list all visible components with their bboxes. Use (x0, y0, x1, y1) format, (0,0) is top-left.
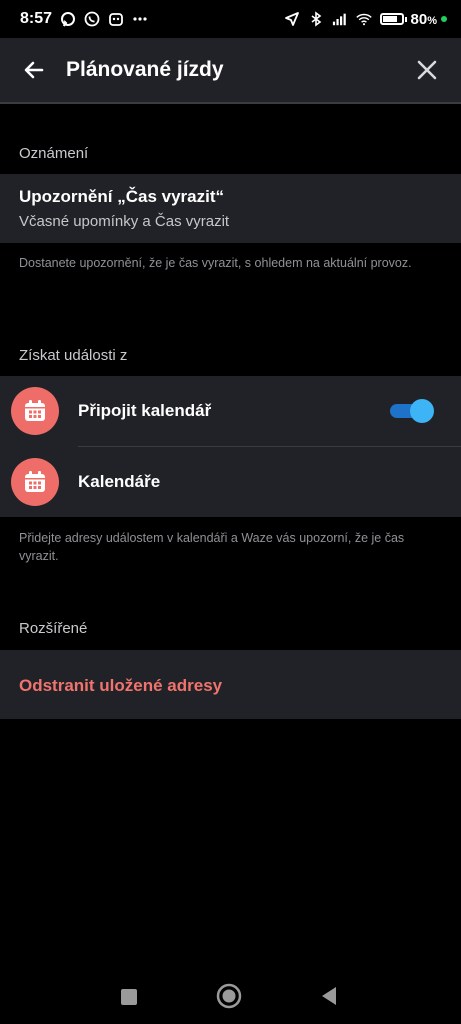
status-bar: 8:57 80% (0, 0, 461, 38)
connect-calendar-toggle[interactable] (390, 399, 434, 423)
calendar-icon (11, 458, 59, 506)
section-header-notifications: Oznámení (19, 145, 89, 162)
battery-icon (379, 13, 404, 25)
app-notification-icon (108, 11, 124, 27)
location-icon (284, 11, 300, 27)
signal-icon (332, 11, 348, 27)
connect-calendar-row[interactable]: Připojit kalendář (0, 376, 461, 446)
whatsapp-icon (84, 11, 100, 27)
nav-recents-icon (121, 989, 137, 1005)
remove-saved-addresses-button[interactable]: Odstranit uložené adresy (0, 650, 461, 719)
events-card: Připojit kalendář Kalendáře (0, 376, 461, 517)
battery-unit: % (427, 14, 437, 27)
battery-fill (382, 16, 397, 22)
wifi-icon (355, 11, 372, 27)
close-icon (417, 60, 437, 80)
battery-percent: 80% (411, 11, 437, 28)
privacy-indicator-dot (441, 16, 447, 22)
status-right: 80% (284, 11, 447, 28)
remove-saved-addresses-label: Odstranit uložené adresy (19, 676, 223, 695)
home-button[interactable] (215, 982, 243, 1010)
notifications-hint: Dostanete upozornění, že je čas vyrazit,… (19, 256, 412, 270)
battery-indicator: 80% (379, 11, 447, 28)
calendars-label: Kalendáře (78, 472, 161, 491)
section-header-advanced: Rozšířené (19, 620, 88, 637)
status-left: 8:57 (20, 10, 148, 28)
recents-button[interactable] (118, 986, 140, 1008)
more-notifications-icon (132, 11, 148, 27)
screen: 8:57 80% Plánované jízdy Oznámení Upozor… (0, 0, 461, 1024)
page-title: Plánované jízdy (66, 58, 224, 81)
departure-reminder-title: Upozornění „Čas vyrazit“ (19, 187, 224, 206)
connect-calendar-label: Připojit kalendář (78, 401, 212, 420)
calendar-icon (11, 387, 59, 435)
departure-reminder-subtitle: Včasné upomínky a Čas vyrazit (19, 213, 230, 230)
bluetooth-icon (308, 11, 324, 27)
app-bar: Plánované jízdy (0, 38, 461, 104)
status-time: 8:57 (20, 10, 53, 27)
nav-home-icon (216, 983, 242, 1009)
departure-reminder-row[interactable]: Upozornění „Čas vyrazit“ Včasné upomínky… (0, 174, 461, 243)
section-header-events: Získat události z (19, 347, 128, 364)
close-button[interactable] (405, 48, 449, 92)
back-arrow-icon (24, 61, 44, 79)
battery-value: 80 (410, 10, 428, 28)
system-nav-bar (0, 964, 461, 1024)
calendars-row[interactable]: Kalendáře (0, 447, 461, 517)
nav-back-icon (322, 987, 336, 1005)
events-hint: Přidejte adresy událostem v kalendáři a … (19, 531, 405, 563)
toggle-knob (410, 399, 434, 423)
message-icon (60, 11, 76, 27)
battery-tip (404, 16, 407, 22)
back-nav-button[interactable] (318, 984, 340, 1008)
back-button[interactable] (12, 48, 56, 92)
